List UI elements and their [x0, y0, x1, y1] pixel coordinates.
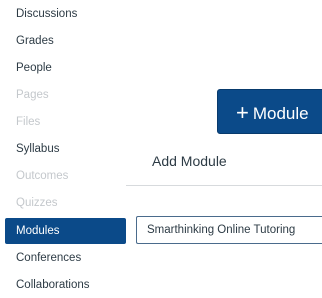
module-name-input[interactable] — [136, 216, 322, 244]
nav-item-collaborations[interactable]: Collaborations — [5, 272, 126, 298]
nav-item-quizzes[interactable]: Quizzes — [5, 190, 126, 216]
nav-item-outcomes[interactable]: Outcomes — [5, 163, 126, 189]
nav-item-conferences[interactable]: Conferences — [5, 245, 126, 271]
nav-item-pages[interactable]: Pages — [5, 82, 126, 108]
nav-item-people[interactable]: People — [5, 55, 126, 81]
dialog-divider — [126, 185, 322, 186]
nav-item-syllabus[interactable]: Syllabus — [5, 136, 126, 162]
nav-item-grades[interactable]: Grades — [5, 28, 126, 54]
add-module-button-label: Module — [252, 104, 309, 123]
plus-icon: + — [236, 100, 249, 125]
nav-item-discussions[interactable]: Discussions — [5, 1, 126, 27]
add-module-button[interactable]: + Module — [217, 89, 322, 134]
nav-item-files[interactable]: Files — [5, 109, 126, 135]
nav-item-modules[interactable]: Modules — [5, 218, 126, 244]
add-module-dialog-title: Add Module — [152, 153, 227, 169]
